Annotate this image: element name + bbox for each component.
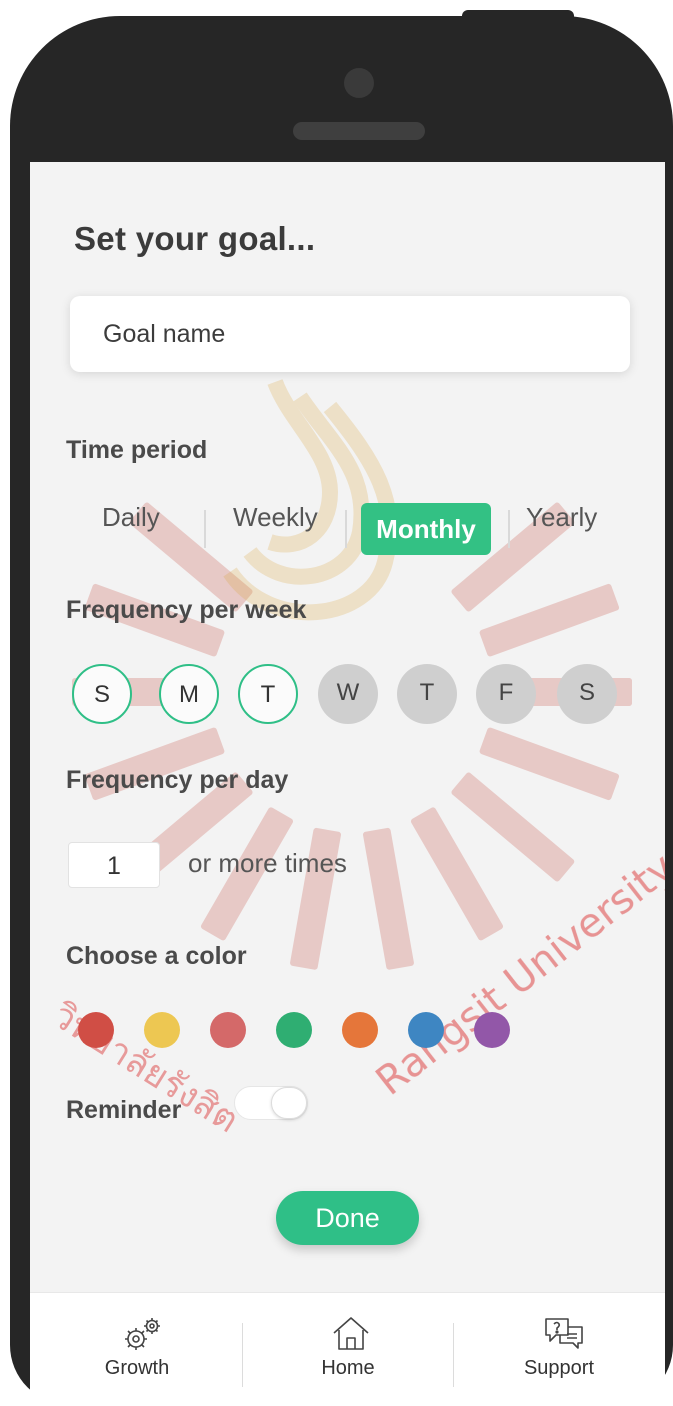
tab-home[interactable]: Home <box>243 1293 453 1406</box>
day-toggle-friday[interactable]: F <box>476 664 536 724</box>
chat-support-icon <box>545 1318 583 1349</box>
earpiece-speaker <box>293 122 425 140</box>
color-swatch-yellow[interactable] <box>144 1012 180 1048</box>
color-swatch-pink[interactable] <box>210 1012 246 1048</box>
goal-name-input[interactable] <box>70 296 630 372</box>
front-camera <box>344 68 374 98</box>
color-swatch-purple[interactable] <box>474 1012 510 1048</box>
period-divider <box>508 510 510 548</box>
day-toggle-tuesday[interactable]: T <box>238 664 298 724</box>
color-label: Choose a color <box>66 942 247 970</box>
color-swatch-green[interactable] <box>276 1012 312 1048</box>
frequency-day-label: Frequency per day <box>66 766 289 794</box>
day-toggle-saturday[interactable]: S <box>557 664 617 724</box>
period-divider <box>345 510 347 548</box>
tab-support-label: Support <box>523 1357 595 1379</box>
reminder-label: Reminder <box>66 1096 182 1124</box>
home-icon <box>333 1317 369 1350</box>
reminder-toggle[interactable] <box>234 1086 308 1120</box>
period-divider <box>204 510 206 548</box>
color-swatch-orange[interactable] <box>342 1012 378 1048</box>
tab-home-label: Home <box>321 1357 375 1379</box>
color-swatch-blue[interactable] <box>408 1012 444 1048</box>
period-option-monthly[interactable]: Monthly <box>361 503 491 555</box>
page-title: Set your goal... <box>74 220 316 257</box>
done-button[interactable]: Done <box>276 1191 419 1245</box>
tab-support[interactable]: Support <box>454 1293 664 1406</box>
bottom-tab-bar: Growth Home Support <box>30 1292 665 1406</box>
period-option-weekly[interactable]: Weekly <box>233 502 318 533</box>
period-option-yearly[interactable]: Yearly <box>526 502 597 533</box>
period-option-daily[interactable]: Daily <box>102 502 160 533</box>
times-per-day-suffix: or more times <box>188 848 347 878</box>
frequency-week-label: Frequency per week <box>66 596 307 624</box>
gears-icon <box>125 1318 160 1350</box>
toggle-knob <box>271 1087 307 1119</box>
times-per-day-input[interactable]: 1 <box>68 842 160 888</box>
watermark-en-text: Rangsit University <box>368 844 665 1105</box>
day-toggle-wednesday[interactable]: W <box>318 664 378 724</box>
color-swatch-red[interactable] <box>78 1012 114 1048</box>
tab-growth[interactable]: Growth <box>32 1293 242 1406</box>
day-toggle-monday[interactable]: M <box>159 664 219 724</box>
day-toggle-thursday[interactable]: T <box>397 664 457 724</box>
goal-setup-screen: Rangsit University วิทยาลัยรังสิต Set yo… <box>30 162 665 1406</box>
tab-growth-label: Growth <box>104 1357 170 1379</box>
time-period-label: Time period <box>66 436 208 464</box>
day-toggle-sunday[interactable]: S <box>72 664 132 724</box>
